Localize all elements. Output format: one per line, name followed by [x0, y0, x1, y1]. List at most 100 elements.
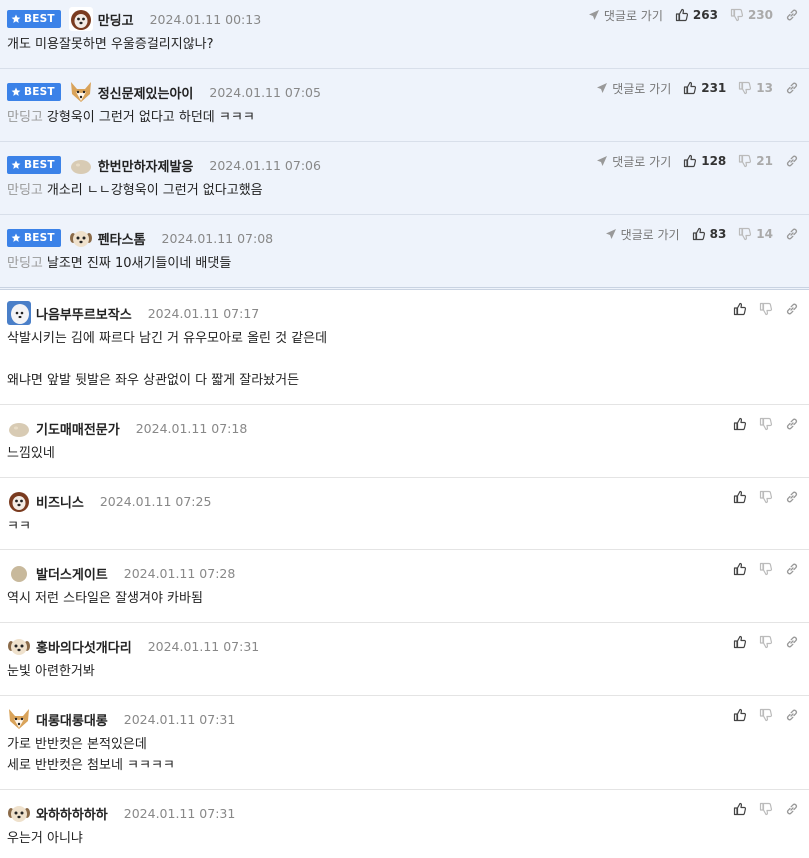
- upvote-button[interactable]: [733, 802, 747, 816]
- upvote-count: 263: [692, 8, 718, 22]
- link-icon: [786, 9, 798, 21]
- best-badge: BEST: [7, 83, 61, 101]
- thumbs-down-icon: [739, 227, 752, 241]
- comment-actions: [733, 800, 799, 818]
- nickname[interactable]: 발더스게이트: [36, 564, 108, 583]
- comment-date: 2024.01.11 07:25: [99, 493, 212, 509]
- fox-face-icon: [70, 82, 91, 102]
- upvote-button[interactable]: 128: [683, 154, 726, 168]
- upvote-button[interactable]: [733, 708, 747, 722]
- downvote-button[interactable]: [759, 490, 773, 504]
- comment-actions: [733, 300, 799, 318]
- share-link-button[interactable]: [785, 227, 799, 241]
- avatar[interactable]: [7, 301, 31, 325]
- upvote-button[interactable]: 83: [692, 227, 727, 241]
- nickname[interactable]: 와하하하하하: [36, 804, 108, 823]
- comment-date: 2024.01.11 07:18: [135, 420, 248, 436]
- nickname[interactable]: 비즈니스: [36, 492, 84, 511]
- share-link-button[interactable]: [785, 562, 799, 576]
- downvote-button[interactable]: 230: [730, 8, 773, 22]
- upvote-button[interactable]: 231: [683, 81, 726, 95]
- goto-reply-link[interactable]: 댓글로 가기: [596, 153, 671, 170]
- best-comment: BEST 펜타스톰 2024.01.11 07:08 댓글로 가기 83 14: [0, 215, 809, 290]
- downvote-button[interactable]: [759, 802, 773, 816]
- nickname[interactable]: 대롱대롱대롱: [36, 710, 108, 729]
- dog-face-icon: [68, 7, 93, 31]
- avatar[interactable]: [7, 801, 31, 825]
- share-link-button[interactable]: [785, 81, 799, 95]
- upvote-button[interactable]: 263: [675, 8, 718, 22]
- share-link-button[interactable]: [785, 8, 799, 22]
- goto-reply-link[interactable]: 댓글로 가기: [596, 80, 671, 97]
- downvote-button[interactable]: [759, 708, 773, 722]
- upvote-count: 83: [709, 227, 727, 241]
- comment-date: 2024.01.11 07:05: [209, 84, 321, 100]
- comment-body: 개도 미용잘못하면 우울증걸리지않나?: [7, 37, 214, 52]
- star-icon: [11, 14, 21, 23]
- downvote-button[interactable]: [759, 302, 773, 316]
- upvote-button[interactable]: [733, 490, 747, 504]
- share-link-button[interactable]: [785, 417, 799, 431]
- avatar[interactable]: [7, 634, 31, 658]
- nickname[interactable]: 나음부뚜르보작스: [36, 304, 132, 323]
- upvote-button[interactable]: [733, 417, 747, 431]
- link-icon: [786, 636, 798, 648]
- avatar[interactable]: [69, 80, 93, 104]
- upvote-count: 231: [701, 81, 727, 95]
- avatar[interactable]: [7, 489, 31, 513]
- comment-actions: [733, 633, 799, 651]
- goto-reply-link[interactable]: 댓글로 가기: [588, 7, 663, 24]
- avatar[interactable]: [69, 226, 93, 250]
- avatar[interactable]: [7, 416, 31, 440]
- thumbs-down-icon: [759, 490, 773, 504]
- avatar[interactable]: [68, 7, 93, 31]
- upvote-button[interactable]: [733, 302, 747, 316]
- comment-list: BEST 만딩고 2024.01.11 00:13 댓글로 가기 263 230: [0, 0, 809, 858]
- downvote-button[interactable]: [759, 562, 773, 576]
- share-link-button[interactable]: [785, 708, 799, 722]
- comment: 발더스게이트 2024.01.11 07:28 역시 저런 스타일은 잘생겨야 …: [0, 550, 809, 623]
- comment-actions: 댓글로 가기 231 13: [596, 79, 799, 97]
- downvote-button[interactable]: [759, 417, 773, 431]
- downvote-button[interactable]: 21: [738, 154, 773, 168]
- reply-target[interactable]: 만딩고: [7, 256, 43, 271]
- goto-reply-link[interactable]: 댓글로 가기: [605, 226, 680, 243]
- downvote-button[interactable]: [759, 635, 773, 649]
- thumbs-down-icon: [739, 154, 752, 168]
- nickname[interactable]: 펜타스톰: [98, 229, 146, 248]
- comment-body: 역시 저런 스타일은 잘생겨야 카바됨: [7, 591, 203, 606]
- comment-body: 만딩고 개소리 ㄴㄴ강형욱이 그런거 없다고했음: [7, 183, 263, 198]
- comment-actions: 댓글로 가기 263 230: [588, 6, 799, 24]
- thumbs-up-icon: [733, 490, 747, 504]
- thumbs-down-icon: [759, 708, 773, 722]
- downvote-button[interactable]: 14: [738, 227, 773, 241]
- avatar[interactable]: [69, 153, 93, 177]
- share-link-button[interactable]: [785, 490, 799, 504]
- link-icon: [786, 303, 798, 315]
- nickname[interactable]: 정신문제있는아이: [98, 83, 194, 102]
- nickname[interactable]: 홍바의다섯개다리: [36, 637, 132, 656]
- reply-target[interactable]: 만딩고: [7, 110, 43, 125]
- downvote-button[interactable]: 13: [738, 81, 773, 95]
- best-badge: BEST: [7, 156, 61, 174]
- best-comment: BEST 정신문제있는아이 2024.01.11 07:05 댓글로 가기 23…: [0, 69, 809, 142]
- avatar[interactable]: [7, 707, 31, 731]
- downvote-count: 230: [747, 8, 773, 22]
- reply-target[interactable]: 만딩고: [7, 183, 43, 198]
- white-dog-icon: [7, 301, 31, 325]
- puppy-icon: [69, 231, 92, 247]
- share-link-button[interactable]: [785, 635, 799, 649]
- share-link-button[interactable]: [785, 302, 799, 316]
- downvote-count: 13: [756, 81, 773, 95]
- share-link-button[interactable]: [785, 154, 799, 168]
- upvote-button[interactable]: [733, 562, 747, 576]
- comment-date: 2024.01.11 07:28: [123, 565, 236, 581]
- comment: 홍바의다섯개다리 2024.01.11 07:31 눈빛 아련한거봐: [0, 623, 809, 696]
- thumbs-up-icon: [733, 417, 747, 431]
- nickname[interactable]: 만딩고: [98, 10, 134, 29]
- avatar[interactable]: [7, 561, 31, 585]
- share-link-button[interactable]: [785, 802, 799, 816]
- nickname[interactable]: 기도매매전문가: [36, 419, 120, 438]
- nickname[interactable]: 한번만하자제발응: [98, 156, 194, 175]
- upvote-button[interactable]: [733, 635, 747, 649]
